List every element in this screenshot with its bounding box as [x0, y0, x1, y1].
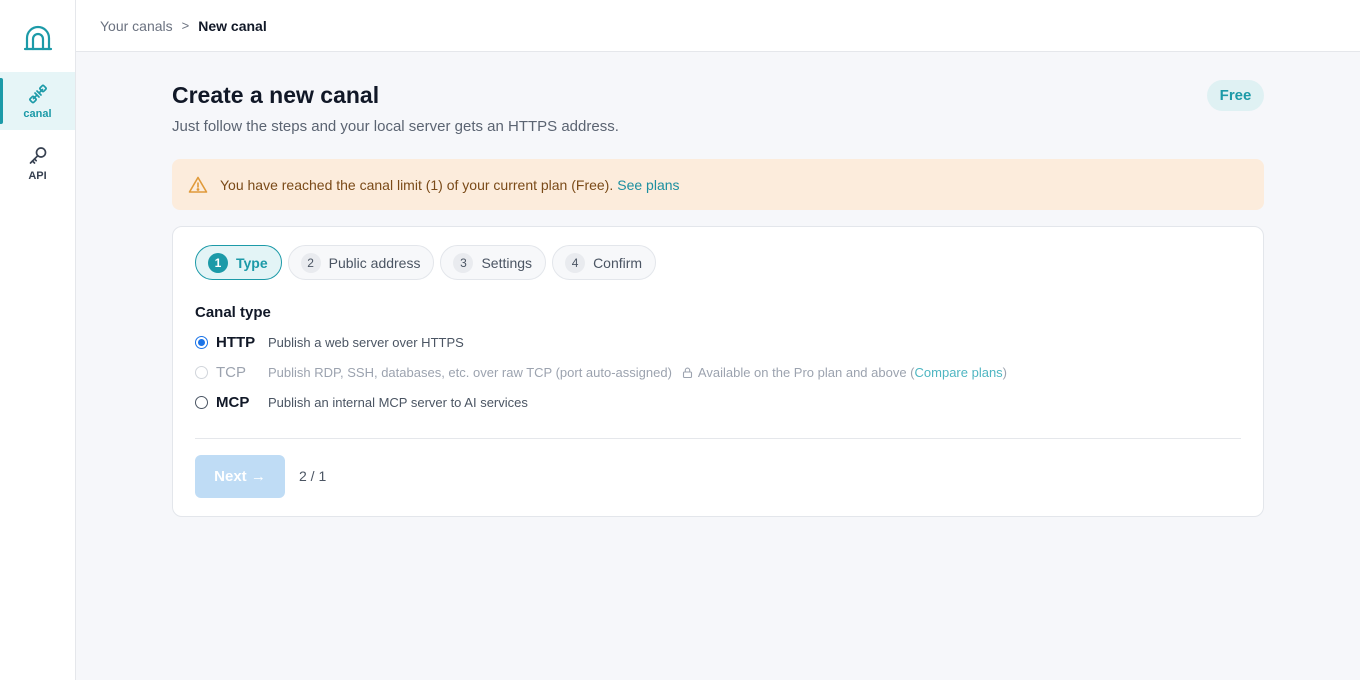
option-description: Publish a web server over HTTPS	[268, 334, 464, 350]
lock-icon	[682, 367, 692, 378]
arch-logo-icon[interactable]	[23, 24, 53, 52]
next-button[interactable]: Next →	[195, 455, 285, 498]
page-subtitle: Just follow the steps and your local ser…	[172, 118, 619, 135]
sidebar-item-label: canal	[23, 107, 52, 120]
chevron-right-icon: >	[181, 18, 190, 33]
key-icon	[29, 146, 46, 164]
canal-type-option-mcp[interactable]: MCP Publish an internal MCP server to AI…	[195, 392, 528, 412]
radio-http[interactable]	[195, 335, 208, 349]
step-label: Confirm	[593, 254, 643, 271]
step-confirm[interactable]: 4 Confirm	[552, 245, 657, 280]
step-counter: 2 / 1	[299, 468, 327, 484]
step-public-address[interactable]: 2 Public address	[287, 245, 435, 280]
radio-mcp[interactable]	[195, 395, 208, 409]
sidebar-item-api[interactable]: API	[0, 134, 75, 192]
option-name: TCP	[216, 363, 246, 381]
divider	[195, 438, 1241, 439]
warning-icon	[188, 176, 208, 193]
pro-plan-note: Available on the Pro plan and above (Com…	[698, 365, 1007, 380]
alert-message: You have reached the canal limit (1) of …	[220, 176, 614, 193]
see-plans-link[interactable]: See plans	[617, 177, 679, 193]
pro-plan-note-suffix: )	[1002, 364, 1008, 380]
breadcrumb-current: New canal	[198, 17, 267, 34]
step-number: 1	[208, 252, 228, 273]
step-number: 2	[300, 252, 321, 273]
page-title: Create a new canal	[172, 82, 380, 108]
option-name: HTTP	[216, 333, 256, 351]
sidebar-item-label: API	[28, 169, 47, 182]
step-settings[interactable]: 3 Settings	[440, 245, 547, 280]
option-description: Publish an internal MCP server to AI ser…	[268, 394, 528, 410]
option-name: MCP	[216, 393, 250, 411]
step-label: Settings	[481, 254, 533, 271]
step-number: 3	[453, 252, 474, 273]
radio-tcp	[195, 365, 208, 379]
step-label: Type	[236, 254, 268, 271]
option-description: Publish RDP, SSH, databases, etc. over r…	[268, 364, 672, 380]
wizard-card: 1 Type 2 Public address 3 Settings 4 Con…	[172, 226, 1264, 517]
step-label: Public address	[328, 254, 421, 271]
canal-type-option-http[interactable]: HTTP Publish a web server over HTTPS	[195, 332, 464, 352]
compare-plans-link[interactable]: Compare plans	[915, 365, 1003, 380]
plan-limit-alert: You have reached the canal limit (1) of …	[172, 159, 1264, 210]
plug-icon	[28, 84, 47, 103]
step-type[interactable]: 1 Type	[195, 245, 282, 280]
plan-badge: Free	[1207, 80, 1264, 111]
pro-plan-note-text: Available on the Pro plan and above (	[697, 364, 915, 380]
canal-type-option-tcp: TCP Publish RDP, SSH, databases, etc. ov…	[195, 362, 1007, 382]
sidebar-item-canal[interactable]: canal	[0, 72, 75, 130]
step-number: 4	[565, 252, 586, 273]
stepper: 1 Type 2 Public address 3 Settings 4 Con…	[195, 245, 657, 280]
breadcrumb-link-your-canals[interactable]: Your canals	[100, 18, 173, 34]
sidebar: canal API	[0, 0, 76, 680]
canal-type-heading: Canal type	[195, 304, 271, 321]
breadcrumb: Your canals > New canal	[76, 0, 1360, 52]
